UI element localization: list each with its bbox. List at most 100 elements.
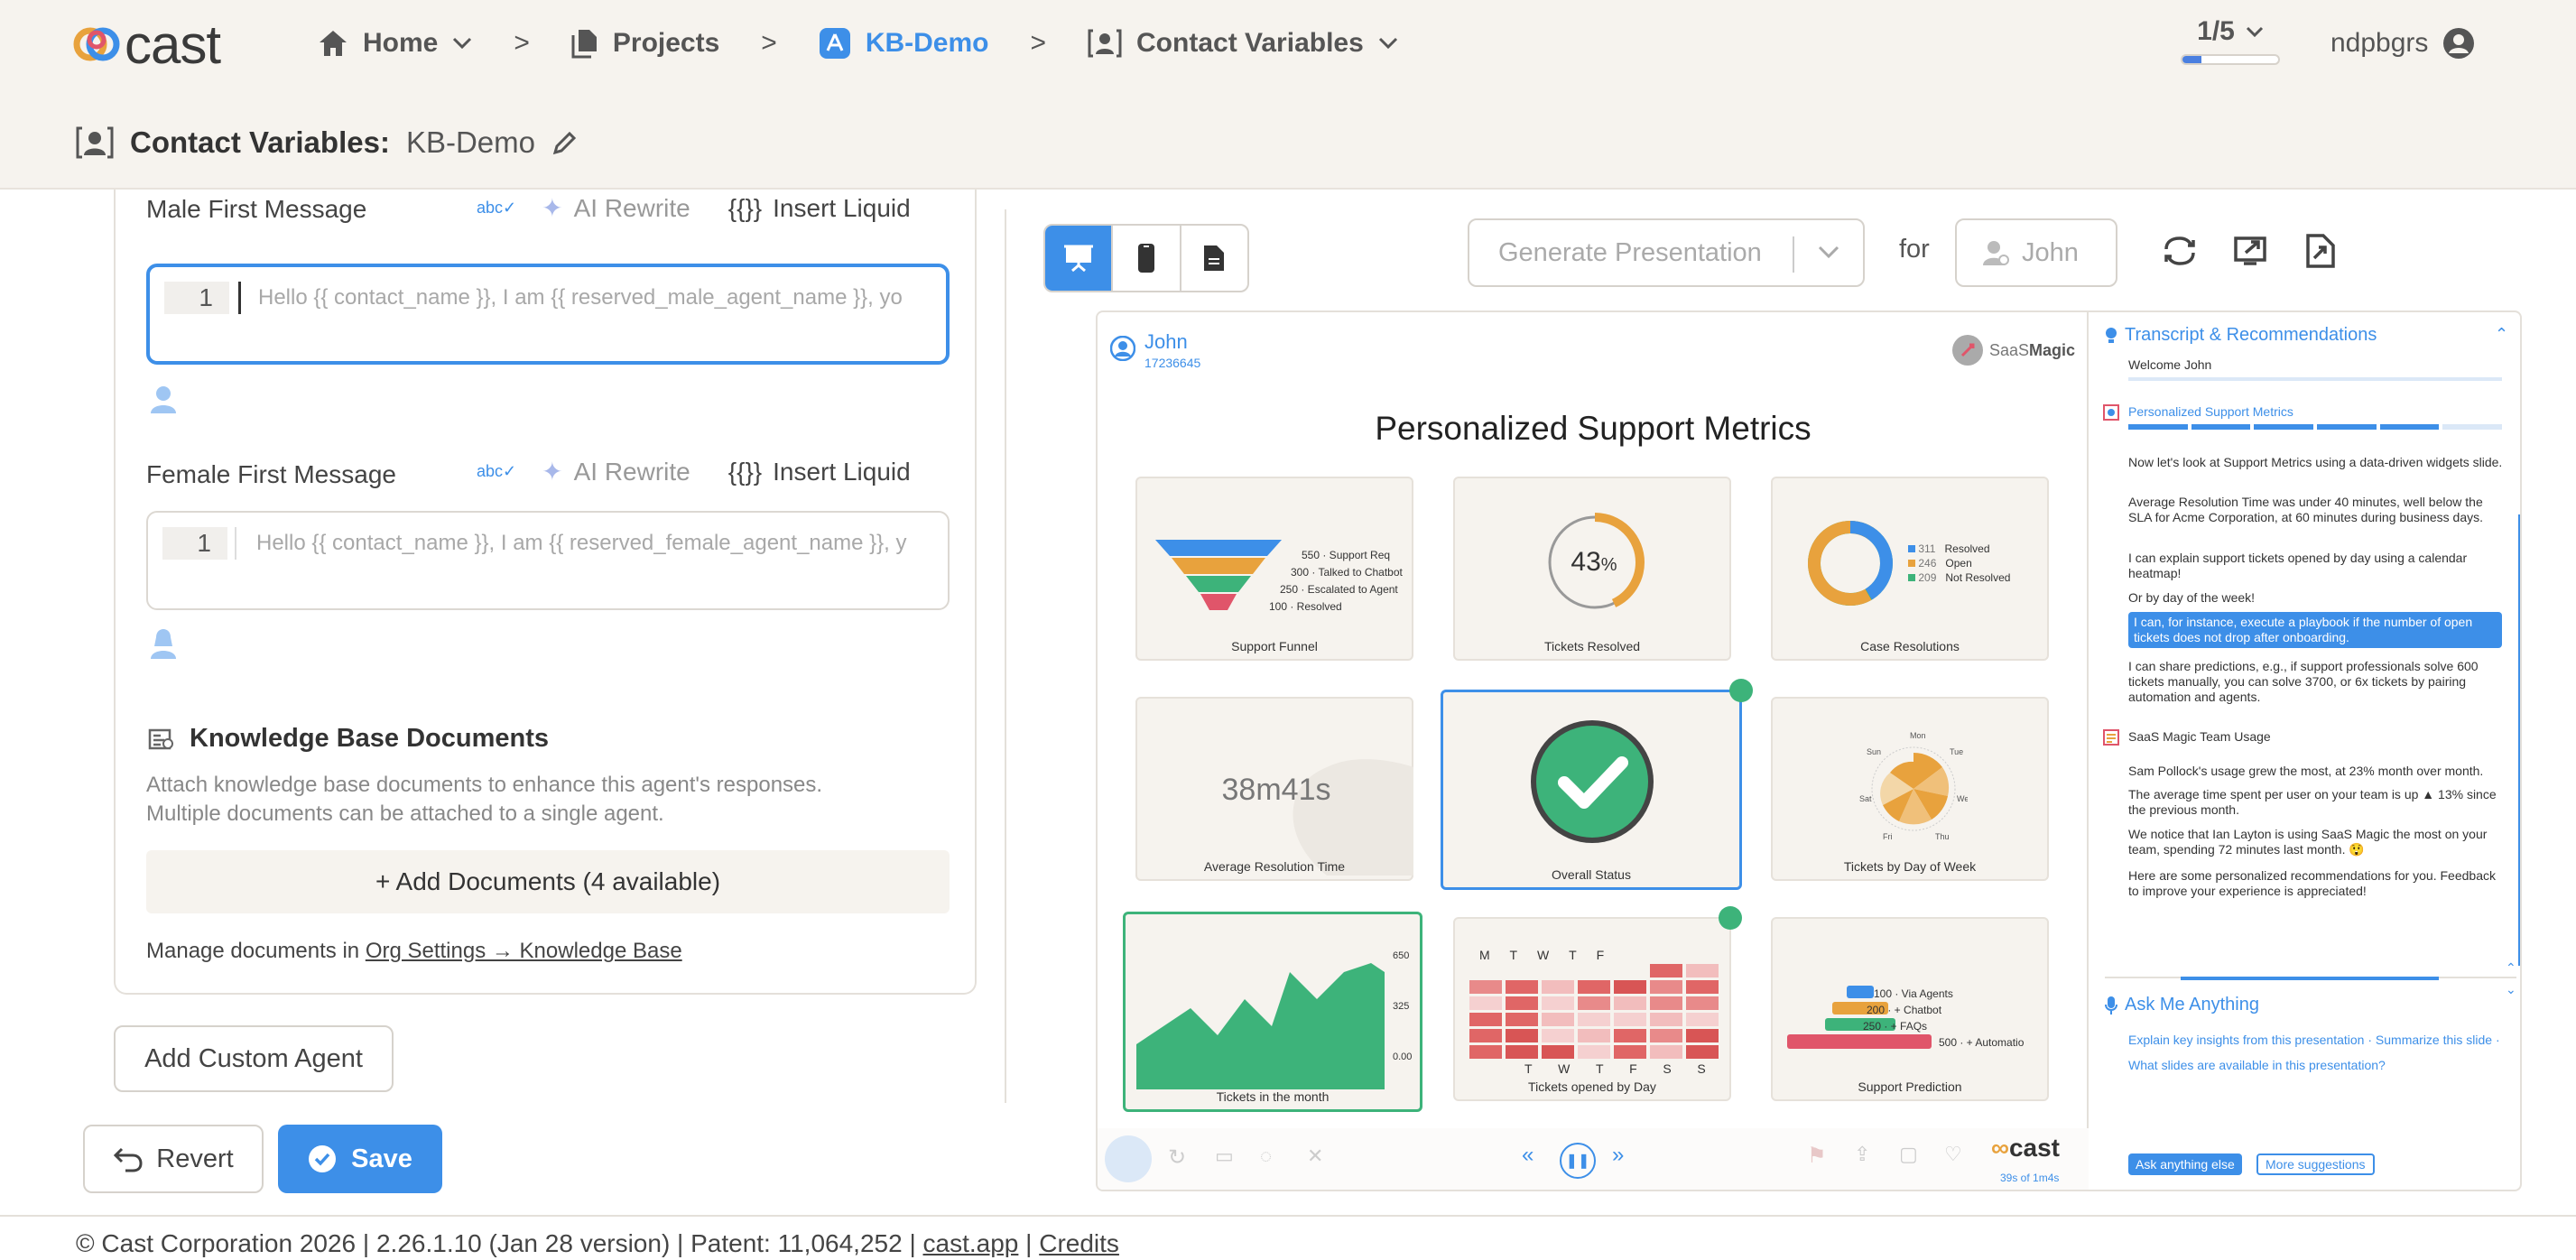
insert-liquid-button[interactable]: Insert Liquid: [773, 458, 911, 486]
horizontal-scrollbar[interactable]: [2181, 977, 2439, 980]
male-agent-icon[interactable]: [148, 383, 179, 415]
heatmap-cell: [1650, 980, 1682, 994]
kb-description-1: Attach knowledge base documents to enhan…: [146, 773, 823, 797]
slide-thumb-icon: [2103, 729, 2119, 746]
heatmap-cell: [1686, 1029, 1719, 1042]
chevron-down-icon[interactable]: ⌄: [2506, 982, 2516, 997]
chat-icon[interactable]: ◌: [1260, 1144, 1272, 1168]
axis-tick: 650: [1393, 950, 1410, 961]
save-button[interactable]: Save: [278, 1125, 442, 1193]
chevron-up-icon[interactable]: ⌃: [2506, 960, 2516, 976]
support-prediction-tile[interactable]: 100 · Via Agents 200 · + Chatbot 250 · +…: [1771, 917, 2049, 1101]
add-documents-button[interactable]: + Add Documents (4 available): [146, 850, 950, 913]
tile-caption: Support Funnel: [1231, 639, 1318, 653]
org-settings-link[interactable]: Org Settings → Knowledge Base: [366, 939, 682, 963]
chevron-down-icon: [453, 37, 472, 50]
credits-link[interactable]: Credits: [1039, 1229, 1119, 1257]
language-flag-icon[interactable]: ⚑: [1807, 1143, 1827, 1169]
export-document-icon[interactable]: [2305, 233, 2336, 269]
female-field-tools: abc✓ ✦ AI Rewrite {{}} Insert Liquid: [477, 457, 911, 486]
brand-a: SaaS: [1989, 340, 2030, 359]
user-menu[interactable]: ndpbgrs: [2330, 20, 2475, 67]
rewind-icon[interactable]: «: [1522, 1143, 1534, 1168]
breadcrumb-home[interactable]: Home: [318, 28, 472, 59]
tickets-opened-by-day-tile[interactable]: M T W T F T W T F S S Tickets opened by …: [1453, 917, 1731, 1101]
slide-progress[interactable]: 1/5: [2181, 16, 2280, 70]
funnel-label: 250 · Escalated to Agent: [1280, 583, 1398, 596]
average-resolution-time-tile[interactable]: 38m41s Average Resolution Time: [1135, 697, 1413, 881]
voice-orb[interactable]: [1105, 1135, 1152, 1182]
presentation-preview: John 17236645 SaaSMagic Personalized Sup…: [1096, 310, 2522, 1191]
fast-forward-icon[interactable]: »: [1612, 1143, 1624, 1168]
ai-rewrite-button[interactable]: AI Rewrite: [574, 458, 690, 486]
spellcheck-icon[interactable]: abc✓: [477, 462, 516, 481]
transcript-section-support-metrics[interactable]: Personalized Support Metrics: [2128, 404, 2293, 419]
cast-app-link[interactable]: cast.app: [923, 1229, 1019, 1257]
add-custom-agent-button[interactable]: Add Custom Agent: [114, 1025, 394, 1092]
progress-label: 1/5: [2197, 16, 2235, 46]
case-resolutions-tile[interactable]: 311 Resolved 246 Open 209 Not Resolved C…: [1771, 477, 2049, 661]
heatmap-cell: [1542, 1029, 1574, 1042]
cast-logo[interactable]: cast: [72, 13, 221, 76]
manage-prefix: Manage documents in: [146, 939, 366, 963]
share-icon[interactable]: ⇪: [1854, 1143, 1870, 1166]
presentation-view-button[interactable]: [1045, 226, 1114, 291]
present-share-icon[interactable]: [2233, 233, 2269, 269]
mobile-view-button[interactable]: [1113, 226, 1181, 291]
chevron-up-icon[interactable]: ⌃: [2495, 325, 2508, 344]
tickets-by-day-of-week-tile[interactable]: Mon Tue Wed Thu Fri Sat Sun Tickets by D…: [1771, 697, 2049, 881]
revert-button[interactable]: Revert: [83, 1125, 264, 1193]
suggestion-link[interactable]: Explain key insights from this presentat…: [2128, 1033, 2364, 1047]
ai-rewrite-button[interactable]: AI Rewrite: [574, 194, 690, 223]
agent-form-card: Male First Message abc✓ ✦ AI Rewrite {{}…: [114, 190, 977, 995]
panel-divider[interactable]: [1005, 209, 1006, 1103]
generate-presentation-select[interactable]: Generate Presentation: [1468, 218, 1865, 287]
breadcrumb-projects-label: Projects: [612, 28, 720, 58]
contact-select[interactable]: John: [1955, 218, 2117, 287]
kb-section-title: Knowledge Base Documents: [190, 724, 550, 753]
heatmap-cell: [1650, 1045, 1682, 1059]
breadcrumb-home-label: Home: [363, 28, 439, 58]
day-label: S: [1663, 1061, 1672, 1076]
male-first-message-editor[interactable]: 1 Hello {{ contact_name }}, I am {{ rese…: [146, 264, 950, 365]
more-suggestions-button[interactable]: More suggestions: [2256, 1153, 2375, 1175]
pause-button[interactable]: ❚❚: [1560, 1143, 1596, 1179]
refresh-icon[interactable]: [2161, 235, 2199, 267]
comment-icon[interactable]: ▢: [1899, 1143, 1918, 1166]
day-label: S: [1697, 1061, 1706, 1076]
female-first-message-editor[interactable]: 1 Hello {{ contact_name }}, I am {{ rese…: [146, 511, 950, 610]
heatmap-bottom-days: T W T F S S: [1469, 1061, 1719, 1076]
replay-icon[interactable]: ↻: [1168, 1144, 1186, 1171]
transcript-paragraph: We notice that Ian Layton is using SaaS …: [2128, 827, 2488, 857]
male-first-message-label: Male First Message: [146, 195, 367, 223]
document-view-button[interactable]: [1181, 226, 1247, 291]
suggestion-link[interactable]: What slides are available in this presen…: [2128, 1058, 2386, 1072]
breadcrumb-projects[interactable]: Projects: [571, 28, 719, 59]
transcript-header[interactable]: Transcript & Recommendations: [2105, 325, 2377, 346]
like-icon[interactable]: ♡: [1944, 1143, 1962, 1166]
tickets-in-month-tile[interactable]: 650 325 0.00 Tickets in the month: [1123, 912, 1422, 1112]
person-icon: [1983, 241, 2009, 265]
overall-status-tile[interactable]: Overall Status: [1441, 690, 1742, 890]
section-progress: [2128, 424, 2503, 430]
tickets-resolved-tile[interactable]: 43% Tickets Resolved: [1453, 477, 1731, 661]
female-agent-icon[interactable]: [148, 628, 179, 661]
breadcrumb-contact-variables[interactable]: Contact Variables: [1088, 27, 1398, 60]
pencil-icon[interactable]: [551, 129, 579, 156]
support-funnel-tile[interactable]: 550 · Support Req 300 · Talked to Chatbo…: [1135, 477, 1413, 661]
heatmap-cell: [1506, 1045, 1538, 1059]
spellcheck-icon[interactable]: abc✓: [477, 199, 516, 218]
mute-icon[interactable]: ✕: [1307, 1144, 1323, 1168]
captions-icon[interactable]: ▭: [1215, 1144, 1234, 1168]
breadcrumb-kb-demo[interactable]: KB-Demo: [819, 27, 988, 60]
insert-liquid-button[interactable]: Insert Liquid: [773, 194, 911, 223]
ask-anything-else-button[interactable]: Ask anything else: [2128, 1153, 2242, 1175]
suggestion-link[interactable]: Summarize this slide: [2376, 1033, 2492, 1047]
heatmap-cell: [1578, 980, 1610, 994]
heatmap-cell: [1650, 964, 1682, 977]
transcript-paragraph: Sam Pollock's usage grew the most, at 23…: [2128, 764, 2484, 778]
month-area-chart: [1136, 963, 1385, 1089]
sparkle-icon: ✦: [542, 458, 563, 486]
transcript-section-team-usage[interactable]: SaaS Magic Team Usage: [2128, 729, 2271, 745]
transcript-scrollbar[interactable]: [2518, 514, 2520, 966]
